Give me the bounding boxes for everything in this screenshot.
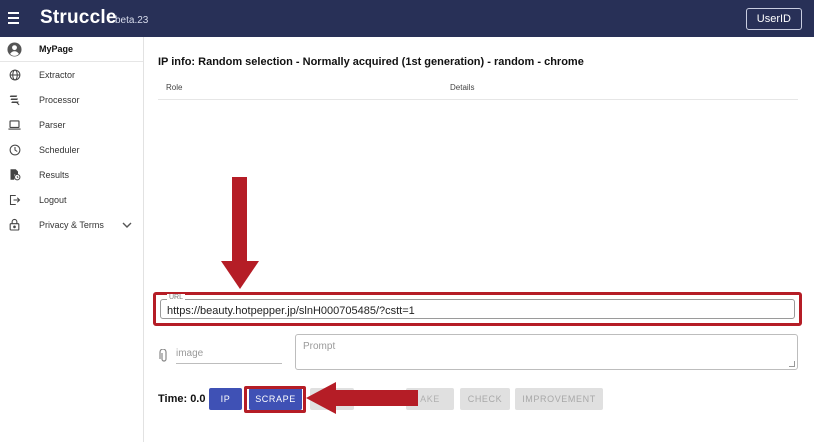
sidebar-item-label: MyPage (39, 44, 74, 54)
table-header-role: Role (166, 83, 183, 92)
annotation-arrow-left (306, 382, 418, 414)
logout-icon (7, 192, 22, 207)
annotation-arrow-down (221, 177, 259, 289)
file-clock-icon (7, 167, 22, 182)
sidebar-item-processor[interactable]: Processor (0, 87, 143, 112)
sidebar-item-label: Parser (39, 119, 66, 130)
paperclip-icon[interactable] (159, 349, 169, 363)
url-input[interactable] (167, 305, 767, 317)
improvement-button[interactable]: IMPROVEMENT (515, 388, 603, 410)
url-field-highlight: URL (153, 292, 802, 326)
chevron-down-icon[interactable] (121, 218, 133, 230)
sidebar-item-label: Results (39, 169, 70, 180)
laptop-icon (7, 117, 22, 132)
app-bar: Struccle beta.23 UserID (0, 0, 814, 37)
sidebar-item-label: Extractor (39, 69, 76, 80)
sidebar-item-label: Privacy & Terms (39, 219, 104, 230)
sidebar-item-results[interactable]: Results (0, 162, 143, 187)
url-field[interactable]: URL (160, 294, 795, 319)
account-circle-icon (7, 42, 22, 57)
sidebar-item-mypage[interactable]: MyPage (0, 37, 143, 62)
time-label: Time: 0.0 (158, 393, 206, 405)
sidebar-item-label: Scheduler (39, 144, 80, 155)
globe-icon (7, 67, 22, 82)
resize-handle[interactable] (789, 361, 795, 367)
sidebar: MyPage Extractor Processor Parser Schedu… (0, 37, 144, 442)
prompt-field[interactable] (295, 334, 798, 370)
version-label: beta.23 (115, 15, 149, 26)
sidebar-item-scheduler[interactable]: Scheduler (0, 137, 143, 162)
sidebar-item-parser[interactable]: Parser (0, 112, 143, 137)
table-divider (158, 99, 798, 100)
sidebar-item-privacy-terms[interactable]: Privacy & Terms (0, 212, 143, 237)
brand-title: Struccle (40, 7, 117, 28)
scrape-highlight (244, 386, 306, 413)
userid-button[interactable]: UserID (745, 8, 802, 30)
sidebar-item-extractor[interactable]: Extractor (0, 62, 143, 87)
prompt-input[interactable] (303, 341, 783, 363)
menu-icon[interactable] (8, 9, 24, 27)
lock-icon (7, 217, 22, 232)
layers-icon (7, 92, 22, 107)
sidebar-item-label: Processor (39, 94, 80, 105)
image-field[interactable]: image (176, 348, 282, 364)
clock-icon (7, 142, 22, 157)
url-label: URL (167, 294, 186, 301)
table-header-details: Details (450, 83, 475, 92)
check-button[interactable]: CHECK (460, 388, 510, 410)
ip-info-title: IP info: Random selection - Normally acq… (158, 56, 584, 68)
sidebar-item-logout[interactable]: Logout (0, 187, 143, 212)
ip-button[interactable]: IP (209, 388, 242, 410)
sidebar-item-label: Logout (39, 194, 67, 205)
